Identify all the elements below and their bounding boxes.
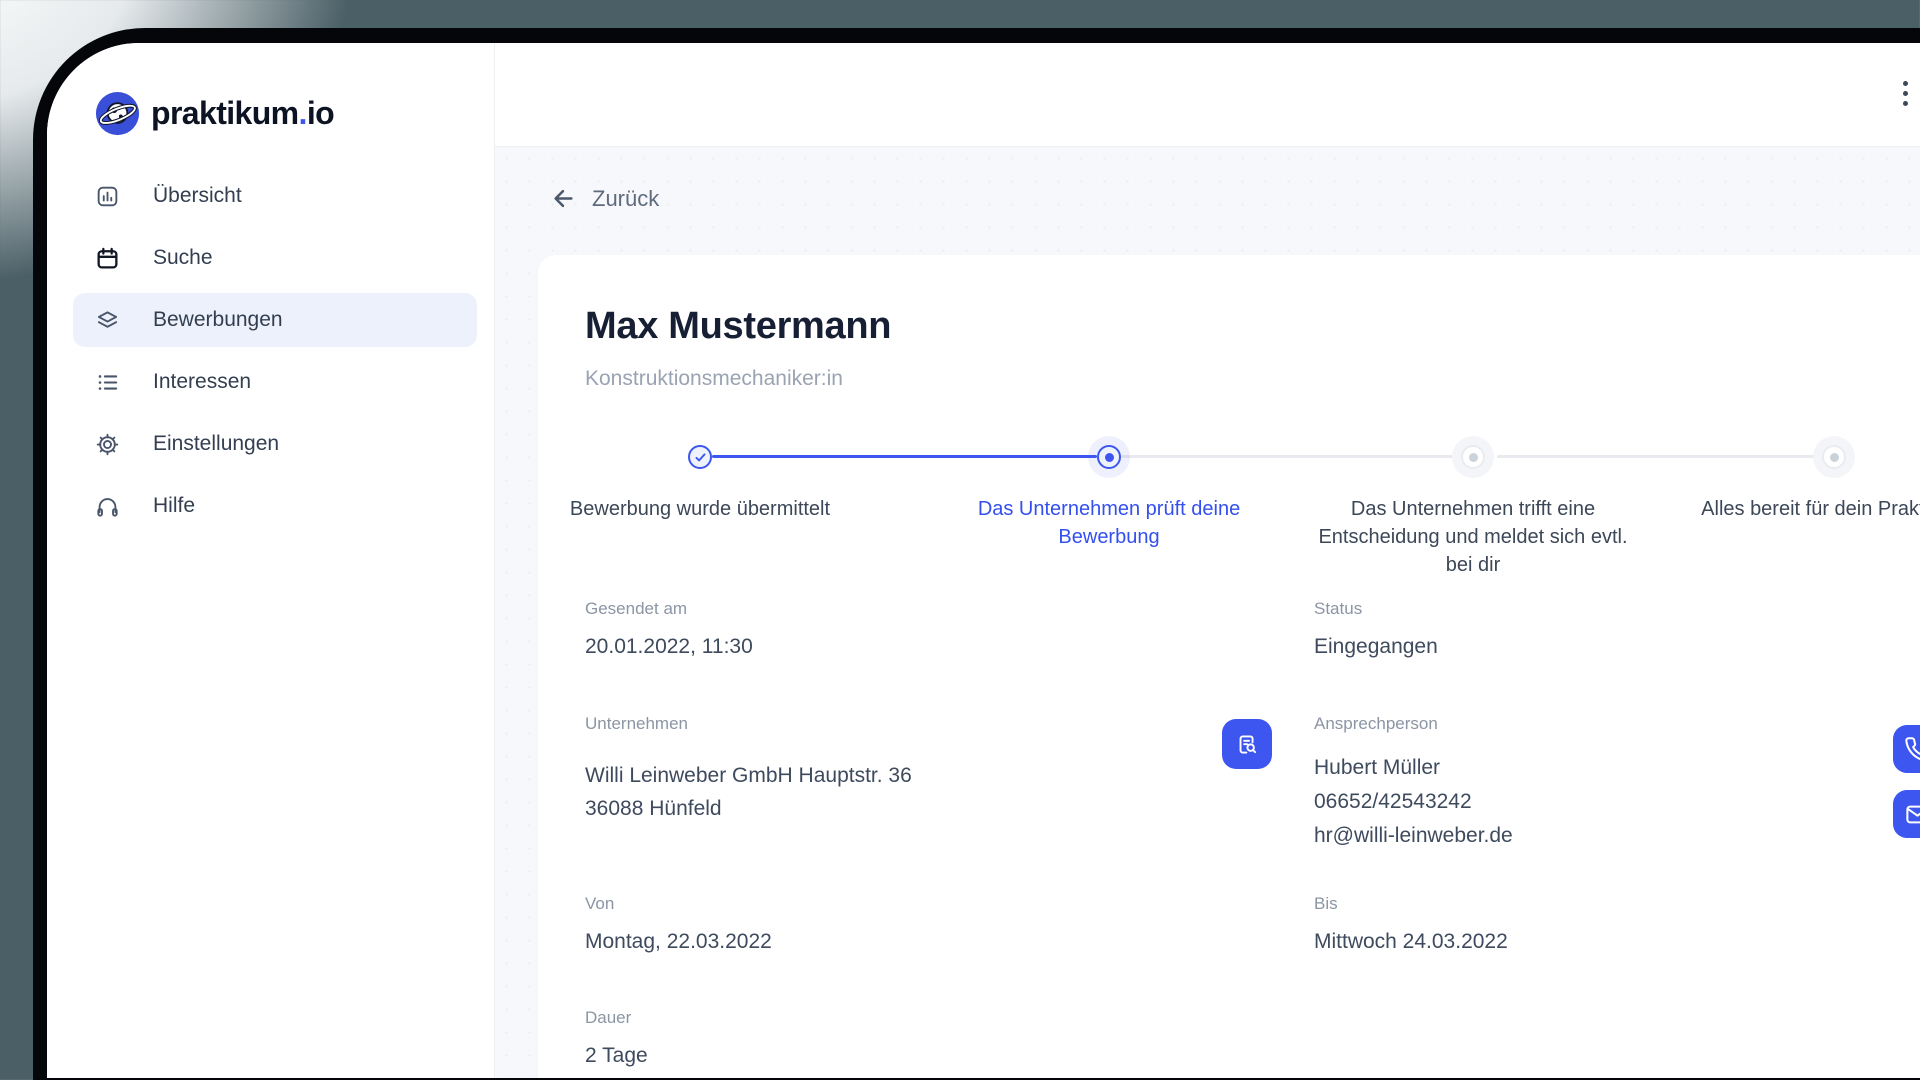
sidebar-item-bewerbungen[interactable]: Bewerbungen: [73, 293, 477, 347]
content-area: Zurück Max Mustermann Konstruktionsmecha…: [495, 147, 1920, 1078]
headphones-icon: [95, 494, 120, 519]
phone-icon: [1904, 736, 1920, 763]
job-title: Konstruktionsmechaniker:in: [585, 367, 843, 391]
contact-email: hr@willi-leinweber.de: [1314, 819, 1513, 853]
sidebar-item-label: Bewerbungen: [153, 308, 283, 332]
gear-icon: [95, 432, 120, 457]
field-value: 20.01.2022, 11:30: [585, 632, 753, 662]
step-1-circle-check-icon: [688, 445, 712, 469]
list-icon: [95, 370, 120, 395]
call-button[interactable]: [1893, 725, 1920, 773]
field-value: Montag, 22.03.2022: [585, 927, 772, 957]
back-button[interactable]: Zurück: [550, 185, 659, 212]
company-address: Willi Leinweber GmbH Hauptstr. 36 36088 …: [585, 759, 912, 825]
calendar-icon: [95, 246, 120, 271]
sidebar-item-suche[interactable]: Suche: [73, 231, 477, 285]
email-button[interactable]: [1893, 790, 1920, 838]
field-dauer: Dauer 2 Tage: [585, 1007, 648, 1071]
app-window: praktikum.io Übersicht Suche: [47, 43, 1920, 1078]
arrow-left-icon: [550, 185, 577, 212]
logo[interactable]: praktikum.io: [95, 91, 334, 136]
field-label: Unternehmen: [585, 713, 912, 735]
contact-phone: 06652/42543242: [1314, 785, 1513, 819]
main-area: Zurück Max Mustermann Konstruktionsmecha…: [495, 43, 1920, 1078]
application-card: Max Mustermann Konstruktionsmechaniker:i…: [538, 255, 1920, 1078]
kebab-menu-icon[interactable]: [1895, 81, 1915, 106]
applicant-name: Max Mustermann: [585, 305, 891, 348]
field-label: Ansprechperson: [1314, 713, 1513, 735]
sidebar-item-label: Einstellungen: [153, 432, 279, 456]
step-4-circle-pending-dot: [1822, 445, 1846, 469]
field-status: Status Eingegangen: [1314, 598, 1438, 662]
sidebar: praktikum.io Übersicht Suche: [47, 43, 495, 1078]
field-unternehmen: Unternehmen Willi Leinweber GmbH Hauptst…: [585, 713, 912, 825]
field-label: Von: [585, 893, 772, 915]
sidebar-item-label: Übersicht: [153, 184, 242, 208]
file-search-icon: [1234, 731, 1261, 758]
contact-details: Hubert Müller 06652/42543242 hr@willi-le…: [1314, 751, 1513, 853]
field-label: Bis: [1314, 893, 1508, 915]
sidebar-item-uebersicht[interactable]: Übersicht: [73, 169, 477, 223]
step-3-label: Das Unternehmen trifft eine Entscheidung…: [1305, 495, 1641, 579]
sidebar-nav: Übersicht Suche Bewerbungen: [47, 169, 494, 541]
stepper-connector-pending: [1121, 455, 1461, 458]
status-value: Eingegangen: [1314, 632, 1438, 662]
field-label: Gesendet am: [585, 598, 753, 620]
step-2-circle-active-dot: [1097, 445, 1121, 469]
sidebar-item-interessen[interactable]: Interessen: [73, 355, 477, 409]
stepper-connector-pending: [1497, 455, 1822, 458]
mail-icon: [1904, 801, 1920, 828]
top-bar: [495, 43, 1920, 147]
field-von: Von Montag, 22.03.2022: [585, 893, 772, 957]
step-2-label: Das Unternehmen prüft deine Bewerbung: [941, 495, 1277, 551]
contact-name: Hubert Müller: [1314, 751, 1513, 785]
step-1-label: Bewerbung wurde übermittelt: [532, 495, 868, 523]
field-label: Dauer: [585, 1007, 648, 1029]
sidebar-item-label: Hilfe: [153, 494, 195, 518]
planet-icon: [95, 91, 140, 136]
sidebar-item-hilfe[interactable]: Hilfe: [73, 479, 477, 533]
sidebar-item-label: Interessen: [153, 370, 251, 394]
brand-wordmark: praktikum.io: [151, 95, 334, 132]
field-bis: Bis Mittwoch 24.03.2022: [1314, 893, 1508, 957]
sidebar-item-einstellungen[interactable]: Einstellungen: [73, 417, 477, 471]
step-3-circle-pending-dot: [1461, 445, 1485, 469]
back-label: Zurück: [592, 186, 659, 212]
field-ansprechperson: Ansprechperson Hubert Müller 06652/42543…: [1314, 713, 1513, 853]
field-value: Mittwoch 24.03.2022: [1314, 927, 1508, 957]
bar-chart-icon: [95, 184, 120, 209]
step-4-label: Alles bereit für dein Praktikum: [1666, 495, 1920, 523]
field-value: 2 Tage: [585, 1041, 648, 1071]
sidebar-item-label: Suche: [153, 246, 213, 270]
layers-icon: [95, 308, 120, 333]
company-profile-button[interactable]: [1222, 719, 1272, 769]
field-gesendet-am: Gesendet am 20.01.2022, 11:30: [585, 598, 753, 662]
stepper-connector-done: [712, 455, 1097, 458]
field-label: Status: [1314, 598, 1438, 620]
